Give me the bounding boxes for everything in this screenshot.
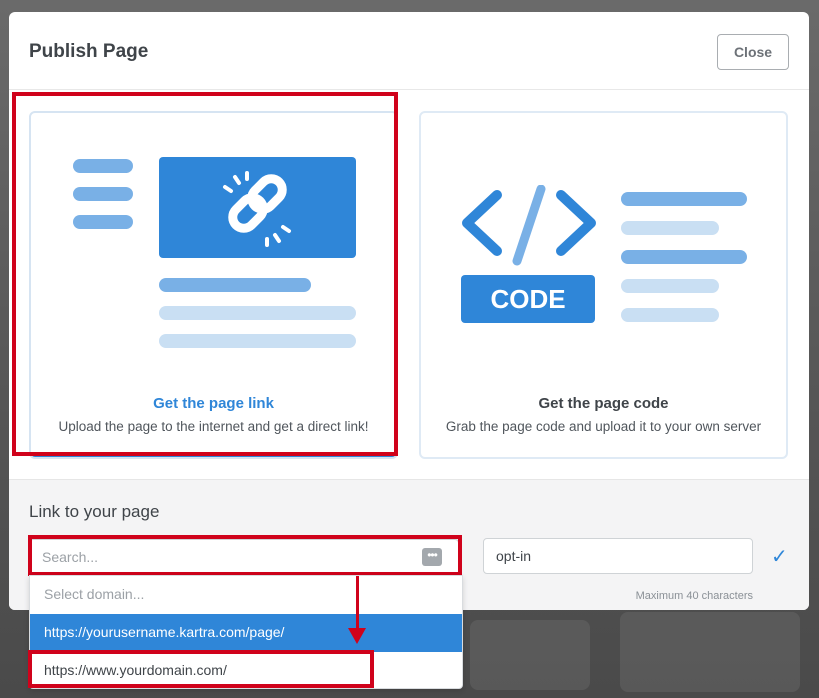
domain-dropdown: Select domain... https://yourusername.ka… xyxy=(29,575,463,689)
page-slug-input[interactable]: opt-in xyxy=(483,538,753,574)
publish-modal: Publish Page Close Get the page link Upl… xyxy=(9,12,809,610)
page-code-illustration: CODE xyxy=(421,113,786,383)
dropdown-option-kartra[interactable]: https://yourusername.kartra.com/page/ xyxy=(30,614,462,652)
get-link-card[interactable]: Get the page link Upload the page to the… xyxy=(29,111,398,459)
annotation-arrow-head xyxy=(348,628,366,644)
code-brackets-icon xyxy=(462,185,596,266)
link-panel xyxy=(159,157,356,258)
chain-link-icon xyxy=(223,171,291,247)
code-badge: CODE xyxy=(461,275,595,323)
dropdown-option-custom-domain[interactable]: https://www.yourdomain.com/ xyxy=(30,652,462,690)
close-button[interactable]: Close xyxy=(717,34,789,70)
modal-title: Publish Page xyxy=(29,41,149,62)
link-section-title: Link to your page xyxy=(29,502,160,521)
domain-search-input[interactable]: Search... ••• xyxy=(29,539,459,575)
modal-header: Publish Page Close xyxy=(9,12,809,90)
get-code-title: Get the page code xyxy=(538,395,669,412)
dropdown-placeholder: Select domain... xyxy=(44,586,145,602)
search-placeholder: Search... xyxy=(42,549,99,565)
publish-options: Get the page link Upload the page to the… xyxy=(29,111,789,461)
ellipsis-icon[interactable]: ••• xyxy=(422,548,442,566)
get-link-description: Upload the page to the internet and get … xyxy=(58,419,369,434)
annotation-arrow xyxy=(356,576,359,631)
get-link-title: Get the page link xyxy=(153,395,274,412)
page-link-illustration xyxy=(31,113,396,383)
selected-indicator xyxy=(31,452,396,457)
checkmark-icon[interactable]: ✓ xyxy=(771,544,788,569)
get-code-description: Grab the page code and upload it to your… xyxy=(445,419,762,434)
slug-hint: Maximum 40 characters xyxy=(635,590,753,602)
get-code-card[interactable]: CODE Get the page code Grab the page cod… xyxy=(419,111,788,459)
